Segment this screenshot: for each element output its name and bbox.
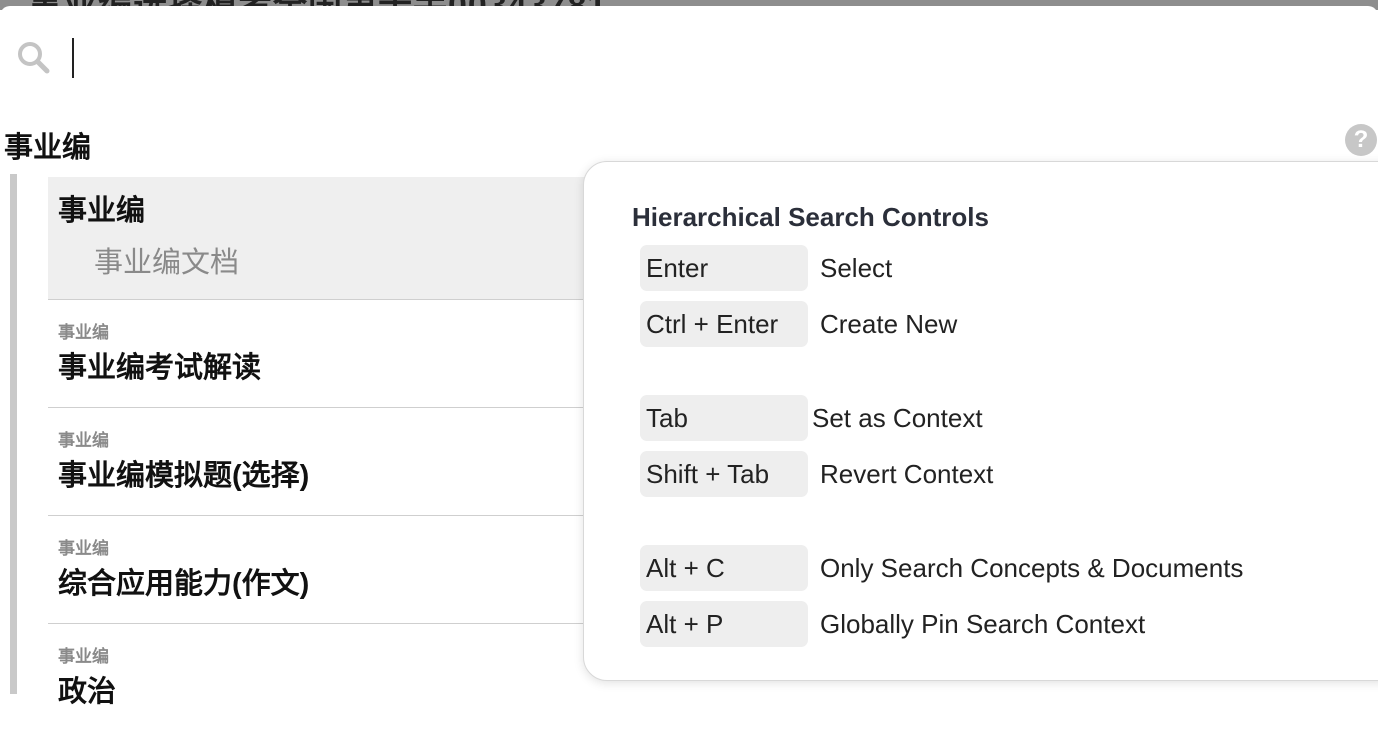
help-icon[interactable]: ? (1345, 124, 1377, 156)
shortcut-key-alt-c: Alt + C (640, 545, 808, 591)
shortcut-action-create-new: Create New (820, 309, 958, 339)
result-title: 事业编模拟题(选择) (58, 460, 310, 492)
result-item[interactable]: 事业编 事业编模拟题(选择) (48, 408, 608, 516)
result-item[interactable]: 事业编 政治 (48, 624, 608, 732)
search-bar (0, 6, 1378, 96)
shortcut-key-tab: Tab (640, 395, 808, 441)
result-title: 事业编考试解读 (58, 352, 262, 384)
shortcut-action-set-context: Set as Context (812, 403, 983, 433)
help-popover: Hierarchical Search Controls Enter Selec… (583, 161, 1378, 681)
result-context: 事业编 (58, 431, 109, 450)
results-list: 事业编 事业编文档 事业编 事业编考试解读 事业编 事业编模拟题(选择) 事业编… (48, 177, 608, 732)
result-item[interactable]: 事业编 事业编考试解读 (48, 300, 608, 408)
shortcut-key-alt-p: Alt + P (640, 601, 808, 647)
result-title: 综合应用能力(作文) (58, 568, 310, 600)
search-context-title: 事业编 (4, 132, 92, 164)
result-context: 事业编 (58, 539, 109, 558)
shortcut-action-search-concepts: Only Search Concepts & Documents (820, 553, 1244, 583)
shortcut-action-revert-context: Revert Context (820, 459, 994, 489)
context-hierarchy-line (10, 174, 17, 694)
shortcut-key-shift-tab: Shift + Tab (640, 451, 808, 497)
search-dialog: 事业编 ? 事业编 事业编文档 事业编 事业编考试解读 事业编 事业编模拟题(选… (0, 6, 1378, 708)
result-subtitle: 事业编文档 (94, 247, 240, 279)
result-context: 事业编 (58, 323, 109, 342)
shortcut-action-select: Select (820, 253, 893, 283)
shortcut-key-ctrl-enter: Ctrl + Enter (640, 301, 808, 347)
shortcut-action-pin-context: Globally Pin Search Context (820, 609, 1146, 639)
search-icon (16, 40, 52, 76)
text-caret (72, 38, 74, 78)
result-context: 事业编 (58, 647, 109, 666)
shortcut-key-enter: Enter (640, 245, 808, 291)
help-popover-title: Hierarchical Search Controls (632, 202, 989, 232)
result-title: 政治 (58, 676, 117, 708)
result-item-selected[interactable]: 事业编 事业编文档 (48, 177, 608, 300)
search-input[interactable] (72, 36, 676, 82)
result-item[interactable]: 事业编 综合应用能力(作文) (48, 516, 608, 624)
result-title: 事业编 (58, 195, 146, 227)
